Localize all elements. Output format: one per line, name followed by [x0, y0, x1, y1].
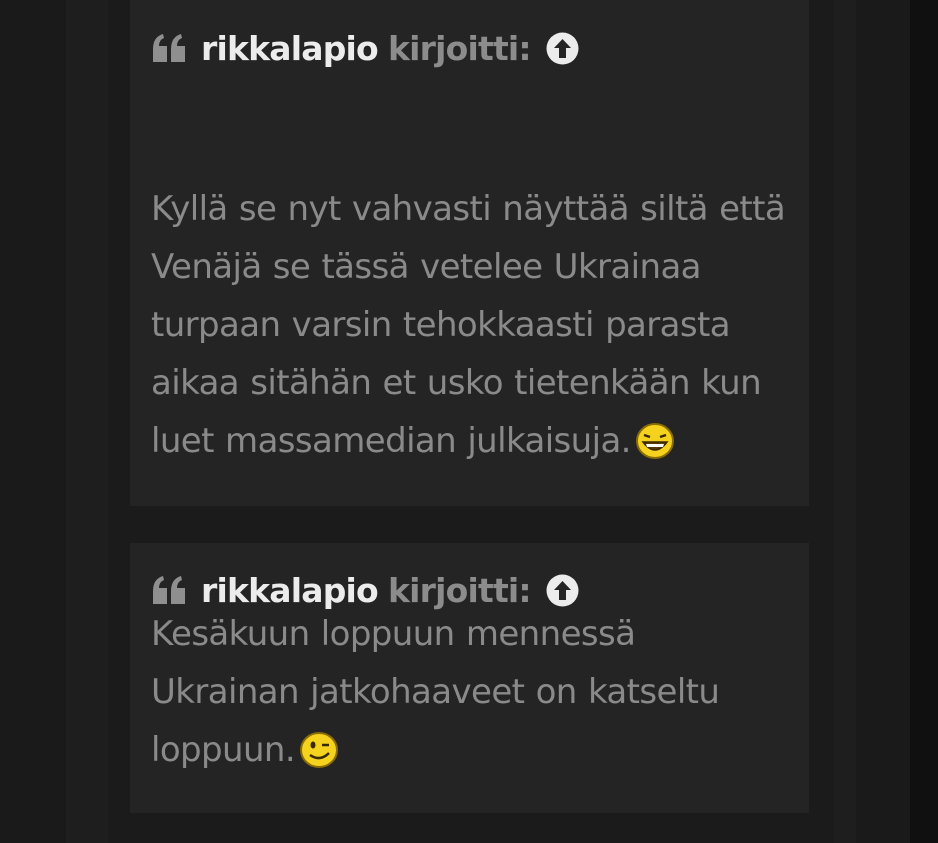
quote-text: Kesäkuun loppuun mennessä Ukrainan jatko… [151, 605, 793, 779]
scrollbar-track[interactable] [910, 0, 938, 843]
quote-header: rikkalapio kirjoitti: [151, 28, 793, 68]
wink-smiley-icon [300, 732, 339, 768]
arrow-up-circle-icon[interactable] [546, 574, 579, 607]
quote-block: rikkalapio kirjoitti: Kesäkuun loppuun m… [130, 543, 809, 813]
laughing-smiley-icon [635, 423, 674, 459]
quote-block: rikkalapio kirjoitti: Kyllä se nyt vahva… [130, 0, 809, 506]
quote-wrote-label: kirjoitti: [387, 28, 532, 68]
quote-wrote-label: kirjoitti: [387, 570, 532, 610]
quote-header: rikkalapio kirjoitti: [151, 570, 793, 610]
arrow-up-circle-icon[interactable] [546, 32, 579, 65]
quote-body: Kyllä se nyt vahvasti näyttää siltä että… [151, 189, 786, 461]
quote-mark-icon [153, 34, 185, 62]
quote-body: Kesäkuun loppuun mennessä Ukrainan jatko… [151, 614, 720, 770]
quote-author-link[interactable]: rikkalapio [201, 29, 379, 68]
quote-text: Kyllä se nyt vahvasti näyttää siltä että… [151, 180, 793, 470]
quote-mark-icon [153, 576, 185, 604]
quote-author-link[interactable]: rikkalapio [201, 571, 379, 610]
forum-page: rikkalapio kirjoitti: Kyllä se nyt vahva… [0, 0, 938, 843]
